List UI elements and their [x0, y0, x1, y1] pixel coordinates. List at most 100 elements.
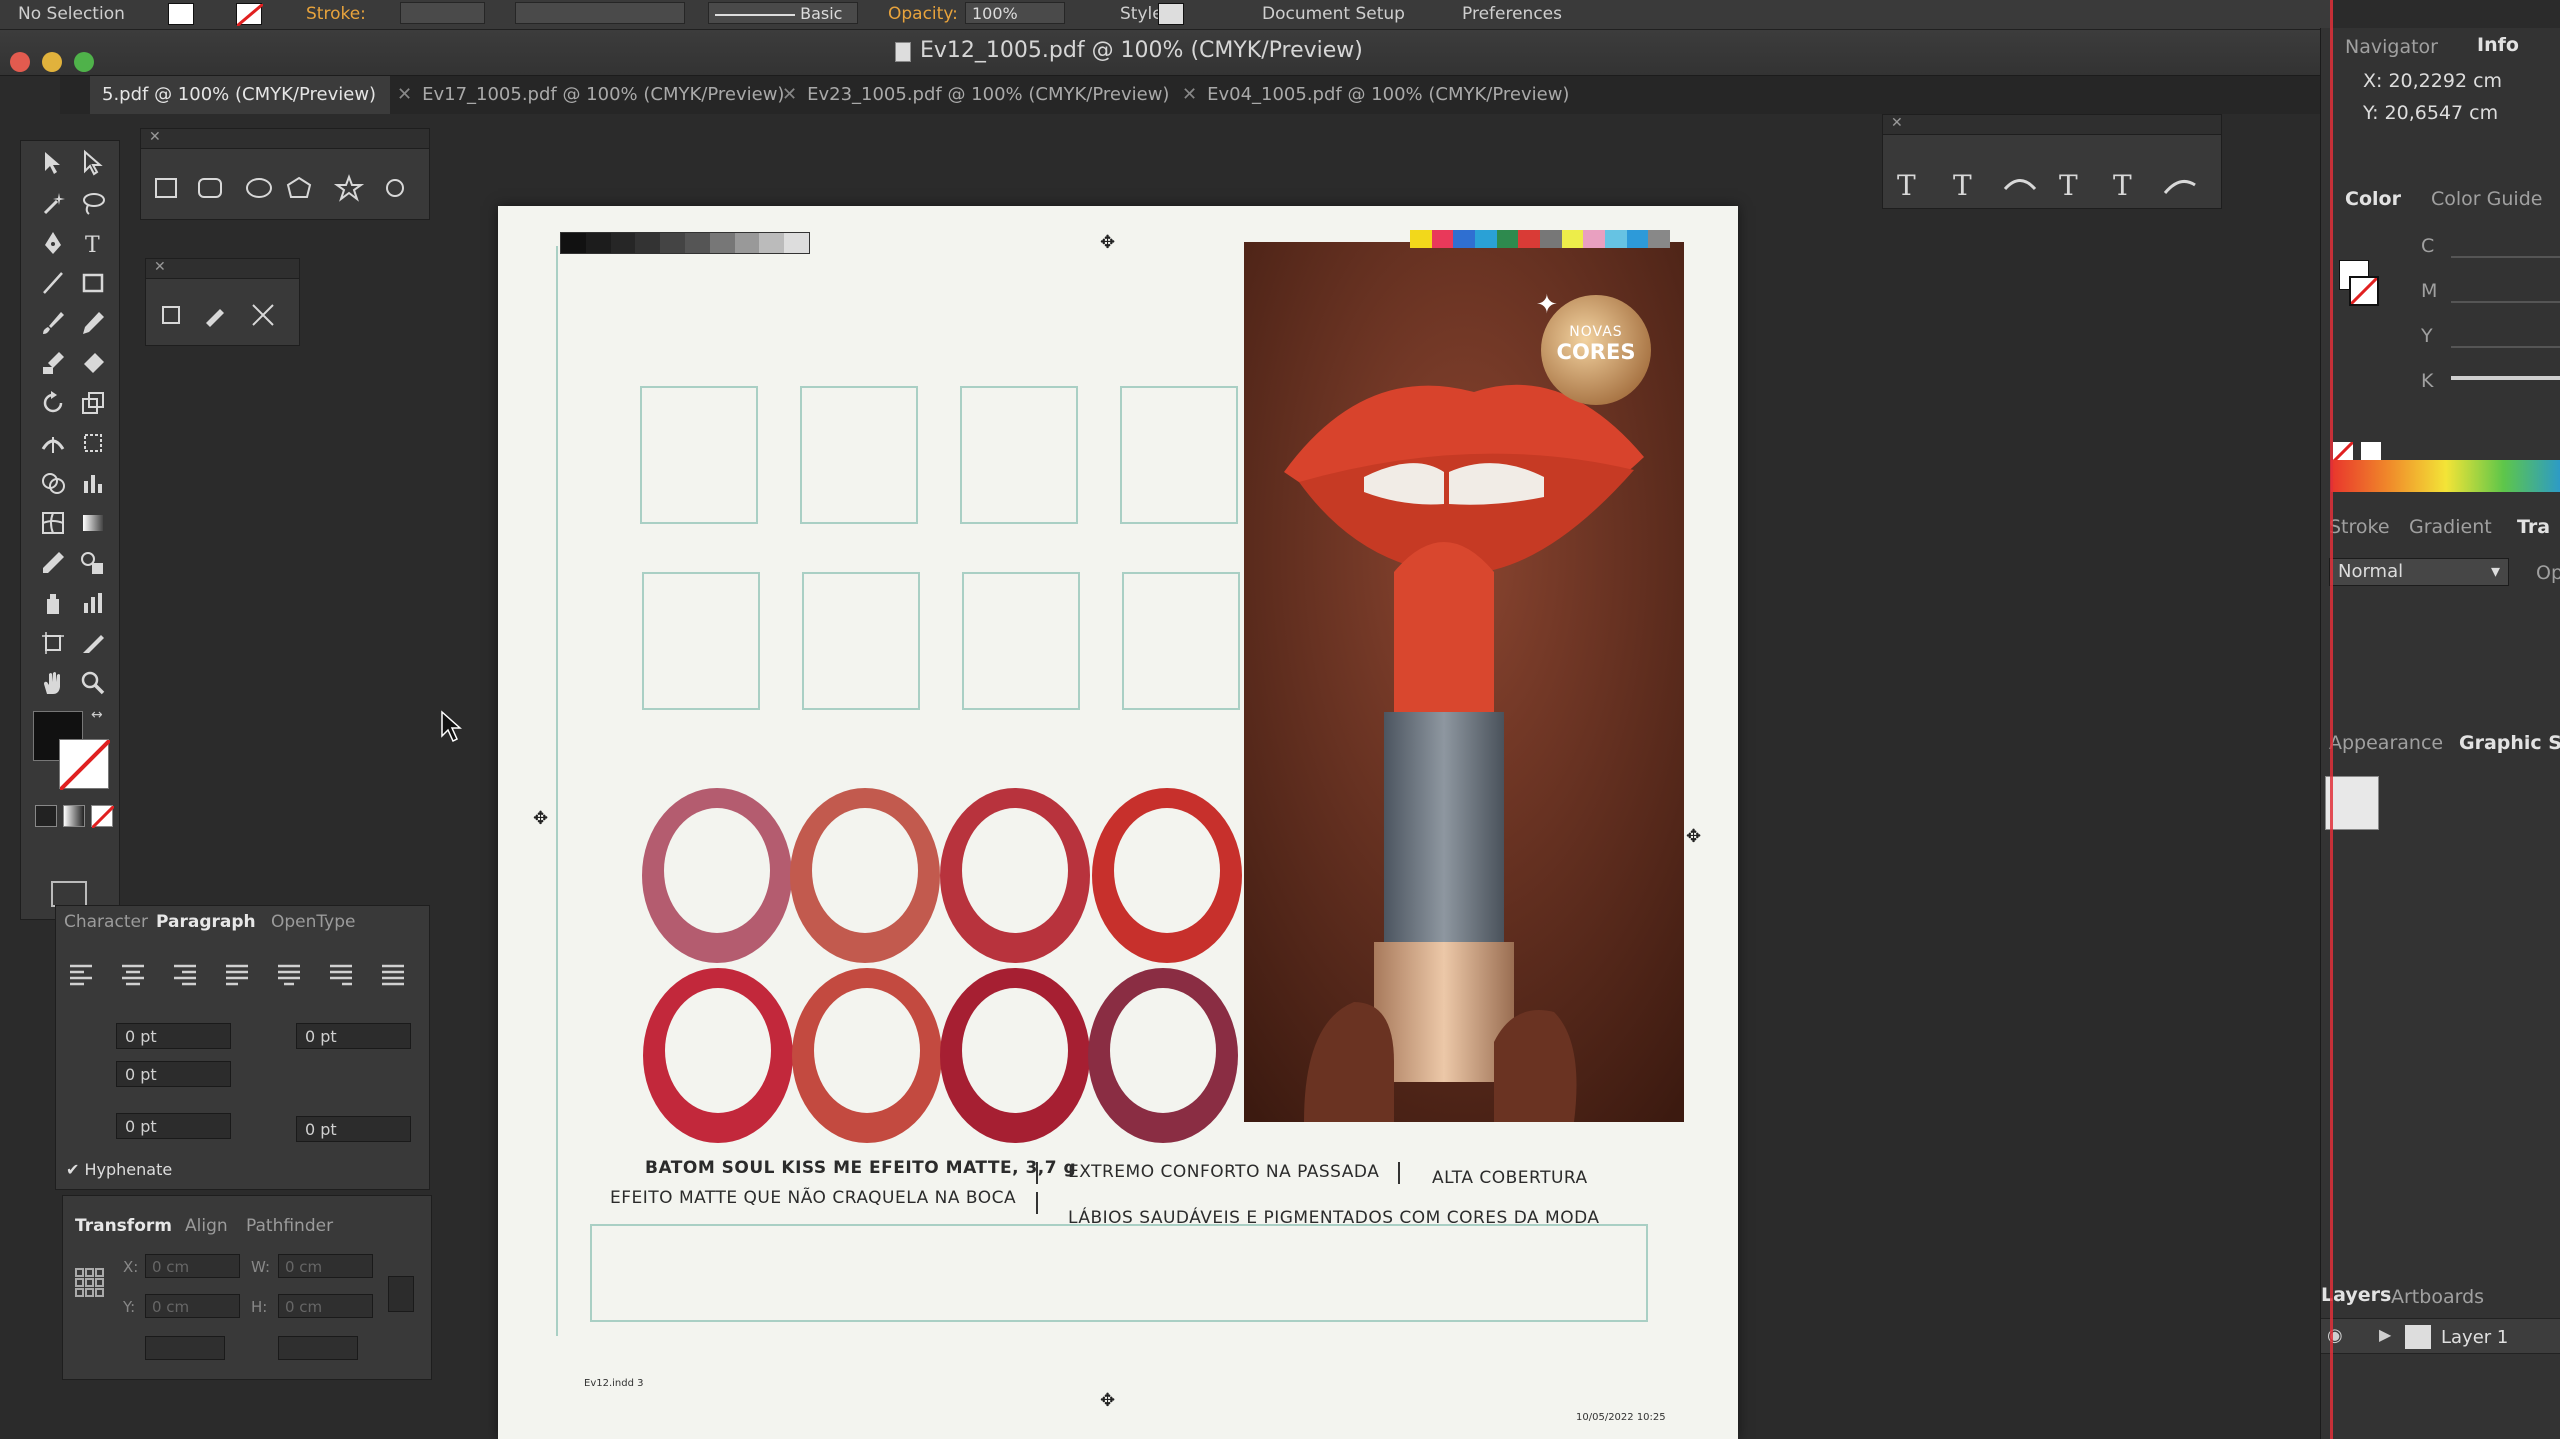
artboard-tool-icon[interactable]: [35, 625, 71, 661]
gradient-mode-icon[interactable]: [63, 805, 85, 827]
constrain-proportions-icon[interactable]: [388, 1276, 414, 1312]
tab-pathfinder[interactable]: Pathfinder: [246, 1216, 333, 1236]
y-slider[interactable]: [2451, 346, 2560, 348]
tab-color[interactable]: Color: [2345, 188, 2401, 210]
width-tool-icon[interactable]: [35, 425, 71, 461]
tab-transparency[interactable]: Tra: [2517, 516, 2550, 538]
product-subtitle[interactable]: EFEITO MATTE QUE NÃO CRAQUELA NA BOCA: [610, 1188, 1016, 1208]
rotate-tool-icon[interactable]: [35, 385, 71, 421]
stroke-color-swatch[interactable]: [59, 739, 110, 790]
none-mode-icon[interactable]: [91, 805, 114, 828]
c-slider[interactable]: [2451, 256, 2560, 258]
tab-document-3[interactable]: ✕ Ev23_1005.pdf @ 100% (CMYK/Preview): [770, 76, 1169, 114]
type-tool-icons[interactable]: T T T T: [1895, 167, 2215, 201]
shape-builder-tool-icon[interactable]: [35, 465, 71, 501]
height-field[interactable]: 0 cm: [278, 1294, 373, 1318]
fill-swatch[interactable]: [168, 3, 194, 25]
tab-artboards[interactable]: Artboards: [2391, 1286, 2484, 1308]
shear-field[interactable]: [278, 1336, 358, 1360]
opacity-field[interactable]: 100%: [965, 2, 1065, 24]
slice-tool-icon[interactable]: [75, 625, 111, 661]
rotate-field[interactable]: [145, 1336, 225, 1360]
tab-document-4[interactable]: ✕ Ev04_1005.pdf @ 100% (CMYK/Preview): [1170, 76, 1590, 114]
close-tab-icon[interactable]: ✕: [782, 84, 797, 105]
tab-color-guide[interactable]: Color Guide: [2431, 188, 2542, 210]
close-panel-icon[interactable]: ✕: [149, 129, 161, 145]
white-swatch[interactable]: [2361, 442, 2381, 462]
benefit-1[interactable]: EXTREMO CONFORTO NA PASSADA: [1068, 1162, 1379, 1182]
tab-navigator[interactable]: Navigator: [2345, 36, 2438, 58]
direct-selection-tool-icon[interactable]: [75, 145, 111, 181]
color-panel-stroke-swatch[interactable]: [2349, 276, 2379, 306]
mesh-tool-icon[interactable]: [35, 505, 71, 541]
tab-align[interactable]: Align: [185, 1216, 228, 1236]
pencil-tool-icon[interactable]: [75, 305, 111, 341]
symbol-sprayer-tool-icon[interactable]: [35, 585, 71, 621]
magic-wand-tool-icon[interactable]: [35, 185, 71, 221]
column-graph-tool-icon[interactable]: [75, 585, 111, 621]
minimize-window-button[interactable]: [42, 52, 62, 72]
screen-mode-icon[interactable]: [51, 881, 87, 907]
artboard[interactable]: NOVAS CORES ✦ BATOM SOUL KISS ME EFEITO …: [498, 206, 1738, 1439]
tab-opentype[interactable]: OpenType: [271, 912, 355, 932]
none-swatch[interactable]: [2333, 442, 2353, 462]
transform-tool-icons[interactable]: [158, 299, 288, 329]
right-indent-field[interactable]: 0 pt: [296, 1023, 411, 1049]
selection-tool-icon[interactable]: [35, 145, 71, 181]
tab-stroke[interactable]: Stroke: [2329, 516, 2390, 538]
swap-fill-stroke-icon[interactable]: ↔: [91, 707, 109, 725]
x-field[interactable]: 0 cm: [145, 1254, 240, 1278]
blend-tool-icon[interactable]: [75, 545, 111, 581]
type-tool-icon[interactable]: T: [75, 225, 111, 261]
color-spectrum-bar[interactable]: [2331, 460, 2560, 492]
color-mode-icon[interactable]: [35, 805, 57, 827]
eraser-tool-icon[interactable]: [75, 345, 111, 381]
variable-width-field[interactable]: [515, 2, 685, 24]
paintbrush-tool-icon[interactable]: [35, 305, 71, 341]
alignment-buttons[interactable]: [66, 961, 416, 987]
graph-tool-icon[interactable]: [75, 465, 111, 501]
expand-arrow-icon[interactable]: ▶: [2379, 1325, 2391, 1344]
tab-transform[interactable]: Transform: [75, 1216, 172, 1236]
tab-appearance[interactable]: Appearance: [2329, 732, 2443, 754]
eyedropper-tool-icon[interactable]: [35, 545, 71, 581]
rectangle-tool-icon[interactable]: [75, 265, 111, 301]
free-transform-tool-icon[interactable]: [75, 425, 111, 461]
tab-paragraph[interactable]: Paragraph: [156, 912, 256, 932]
close-window-button[interactable]: [10, 52, 30, 72]
document-setup-button[interactable]: Document Setup: [1262, 4, 1405, 24]
first-line-indent-field[interactable]: 0 pt: [116, 1061, 231, 1087]
close-tab-icon[interactable]: ✕: [1182, 84, 1197, 105]
tab-character[interactable]: Character: [64, 912, 148, 932]
product-photo[interactable]: NOVAS CORES ✦: [1244, 242, 1684, 1122]
default-graphic-style-swatch[interactable]: [2325, 776, 2379, 830]
hand-tool-icon[interactable]: [35, 665, 71, 701]
graphic-style-swatch[interactable]: [1158, 3, 1184, 25]
hyphenate-checkbox[interactable]: ✔ Hyphenate: [66, 1160, 172, 1179]
pen-tool-icon[interactable]: [35, 225, 71, 261]
zoom-window-button[interactable]: [74, 52, 94, 72]
tab-info[interactable]: Info: [2477, 34, 2519, 56]
space-before-field[interactable]: 0 pt: [116, 1113, 231, 1139]
space-after-field[interactable]: 0 pt: [296, 1116, 411, 1142]
left-indent-field[interactable]: 0 pt: [116, 1023, 231, 1049]
stroke-weight-field[interactable]: [400, 2, 485, 24]
y-field[interactable]: 0 cm: [145, 1294, 240, 1318]
stroke-swatch[interactable]: [236, 3, 263, 26]
lasso-tool-icon[interactable]: [75, 185, 111, 221]
close-tab-icon[interactable]: ✕: [397, 84, 412, 105]
zoom-tool-icon[interactable]: [75, 665, 111, 701]
m-slider[interactable]: [2451, 301, 2560, 303]
empty-text-frame[interactable]: [590, 1224, 1648, 1322]
scale-tool-icon[interactable]: [75, 385, 111, 421]
preferences-button[interactable]: Preferences: [1462, 4, 1562, 24]
width-field[interactable]: 0 cm: [278, 1254, 373, 1278]
line-segment-tool-icon[interactable]: [35, 265, 71, 301]
close-panel-icon[interactable]: ✕: [1891, 115, 1903, 131]
brush-definition-field[interactable]: Basic: [708, 2, 858, 24]
k-slider[interactable]: [2451, 376, 2560, 380]
tab-gradient[interactable]: Gradient: [2409, 516, 2492, 538]
close-panel-icon[interactable]: ✕: [154, 259, 166, 275]
gradient-tool-icon[interactable]: [75, 505, 111, 541]
product-title[interactable]: BATOM SOUL KISS ME EFEITO MATTE, 3,7 g: [645, 1158, 1076, 1178]
